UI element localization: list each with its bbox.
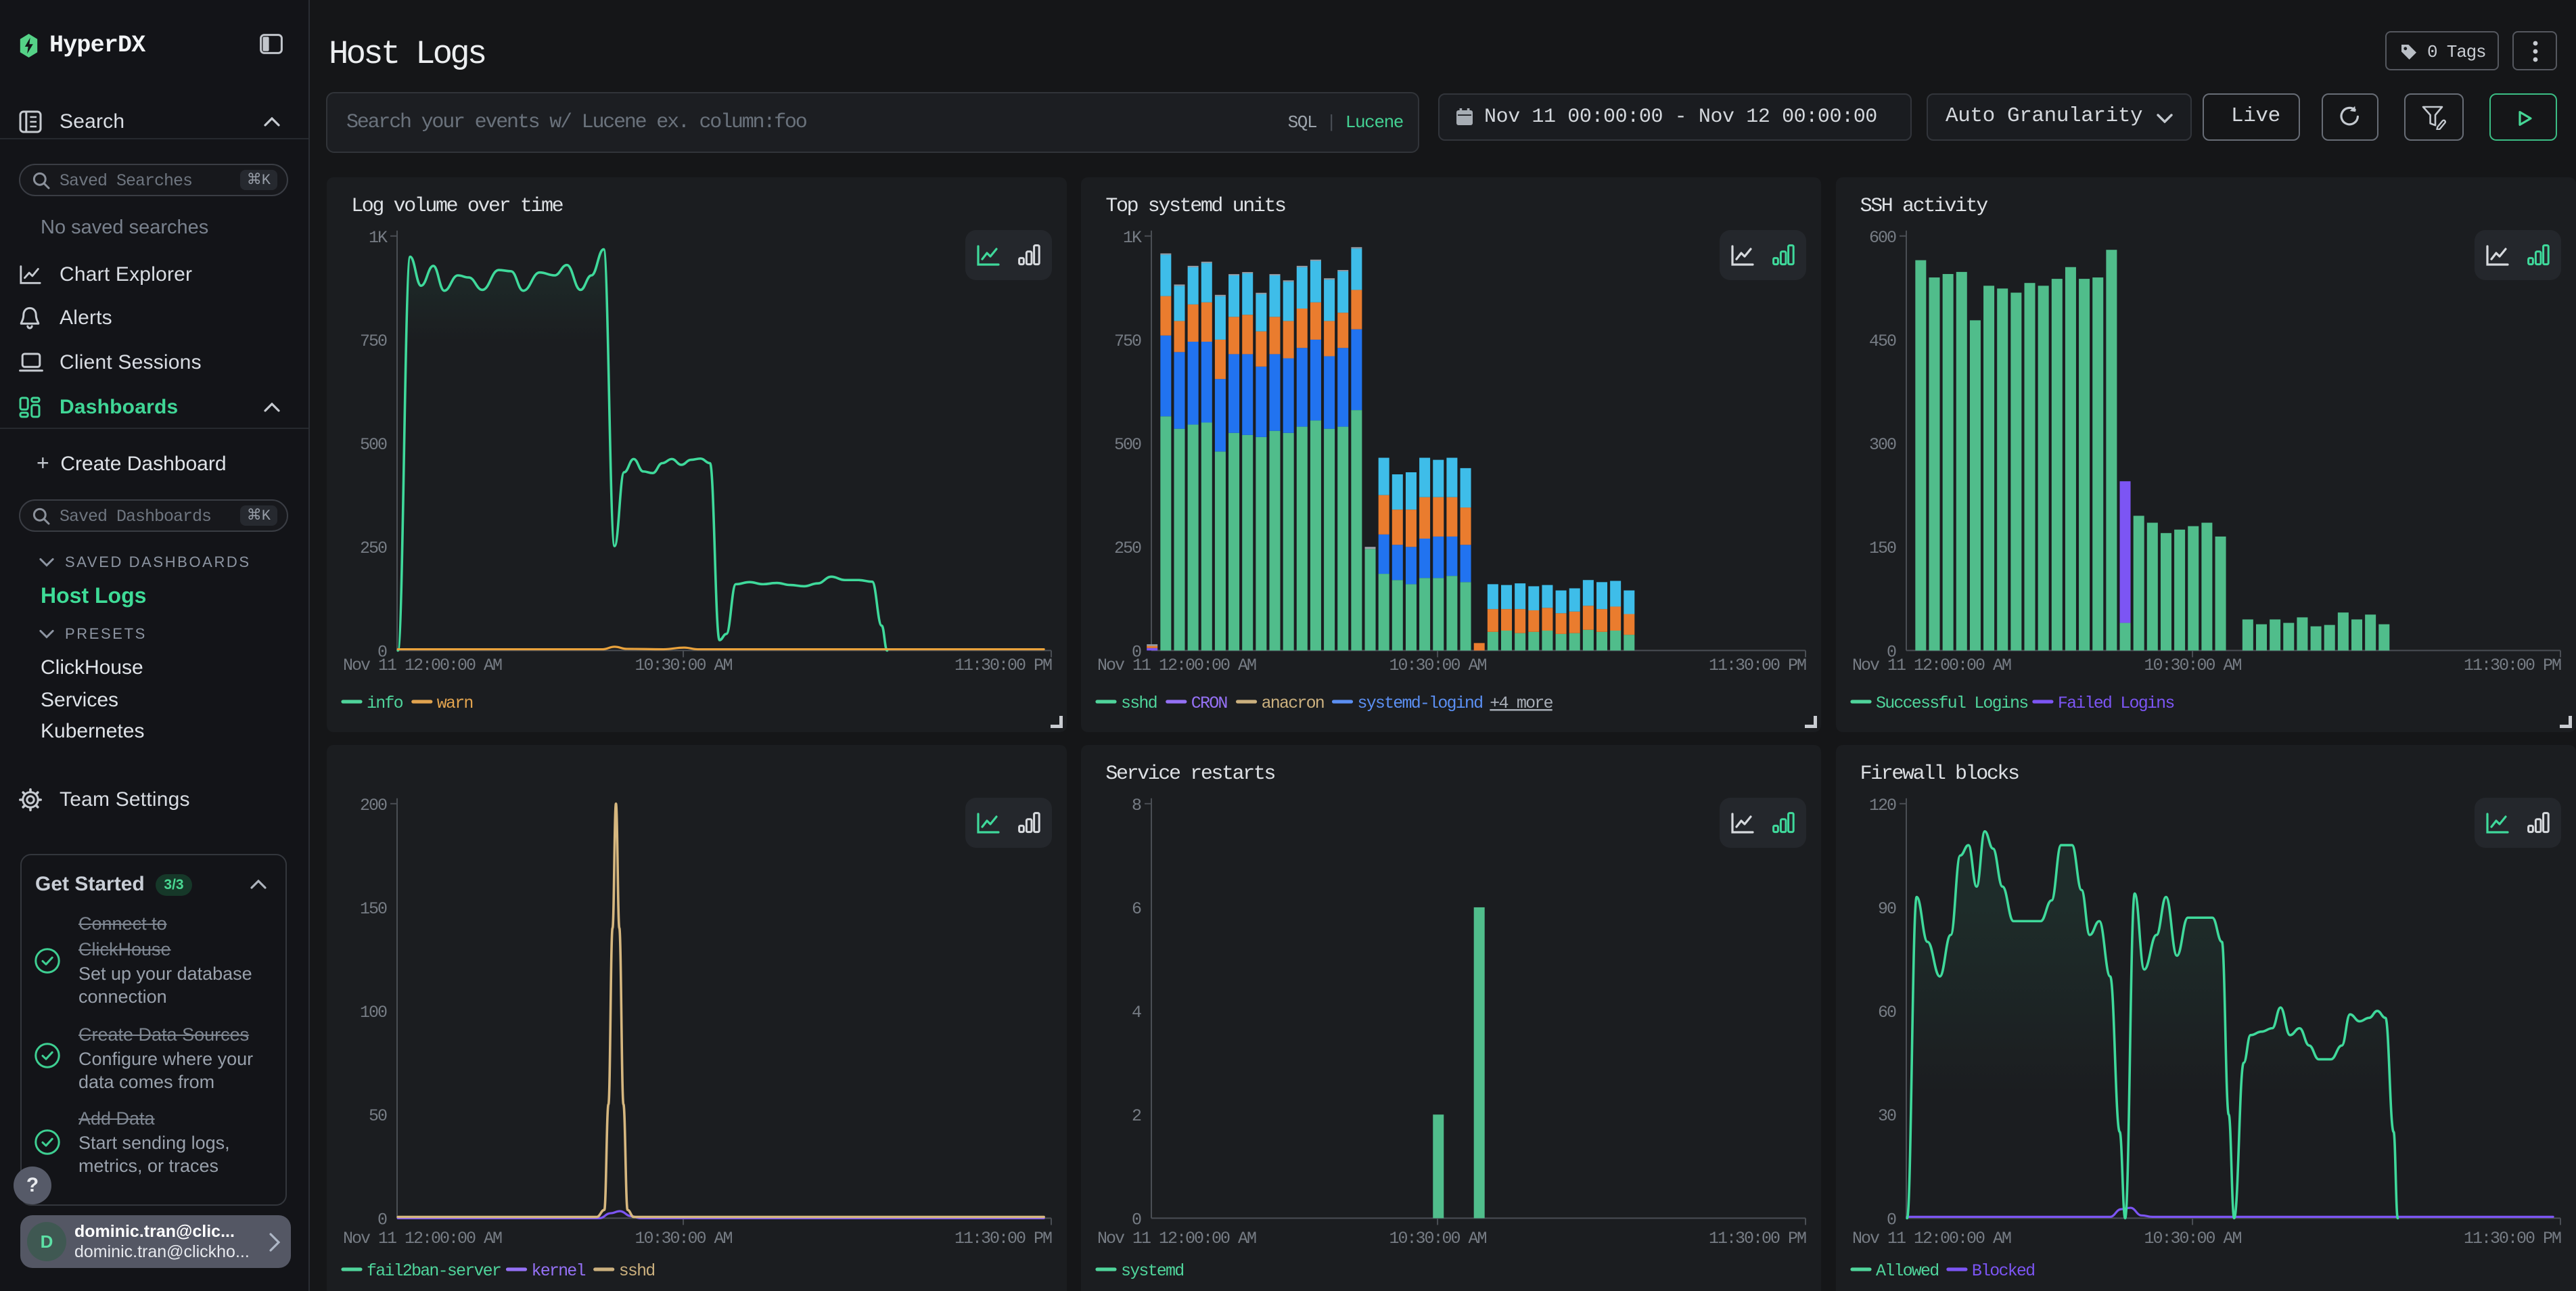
svg-text:11:30:00 PM: 11:30:00 PM bbox=[2464, 656, 2561, 675]
svg-text:sshd: sshd bbox=[619, 1261, 655, 1281]
svg-text:2: 2 bbox=[1132, 1107, 1141, 1127]
svg-text:Nov 11 12:00:00 AM: Nov 11 12:00:00 AM bbox=[1097, 656, 1256, 675]
svg-text:11:30:00 PM: 11:30:00 PM bbox=[2464, 1229, 2561, 1248]
svg-text:Failed Logins: Failed Logins bbox=[2057, 694, 2174, 713]
svg-text:warn: warn bbox=[437, 694, 473, 713]
svg-text:Nov 11 12:00:00 AM: Nov 11 12:00:00 AM bbox=[1852, 656, 2011, 675]
svg-text:10:30:00 AM: 10:30:00 AM bbox=[2144, 1229, 2241, 1248]
svg-text:500: 500 bbox=[1114, 435, 1141, 455]
svg-text:60: 60 bbox=[1878, 1003, 1896, 1022]
svg-text:Allowed: Allowed bbox=[1876, 1261, 1938, 1281]
svg-text:Blocked: Blocked bbox=[1971, 1261, 2033, 1281]
svg-text:250: 250 bbox=[360, 539, 387, 558]
svg-text:0: 0 bbox=[1887, 1210, 1896, 1230]
svg-text:10:30:00 AM: 10:30:00 AM bbox=[2144, 656, 2241, 675]
svg-text:10:30:00 AM: 10:30:00 AM bbox=[635, 1229, 733, 1248]
svg-text:4: 4 bbox=[1132, 1003, 1141, 1022]
svg-text:600: 600 bbox=[1869, 228, 1896, 248]
svg-text:11:30:00 PM: 11:30:00 PM bbox=[1709, 1229, 1806, 1248]
svg-text:100: 100 bbox=[360, 1003, 387, 1022]
svg-text:250: 250 bbox=[1114, 539, 1141, 558]
svg-text:Successful Logins: Successful Logins bbox=[1876, 694, 2027, 713]
svg-text:120: 120 bbox=[1869, 796, 1896, 815]
svg-text:8: 8 bbox=[1132, 796, 1141, 815]
svg-text:fail2ban-server: fail2ban-server bbox=[367, 1261, 501, 1281]
svg-text:Nov 11 12:00:00 AM: Nov 11 12:00:00 AM bbox=[343, 656, 502, 675]
svg-text:750: 750 bbox=[1114, 332, 1141, 351]
svg-text:90: 90 bbox=[1878, 899, 1896, 919]
svg-text:sshd: sshd bbox=[1121, 694, 1157, 713]
svg-text:450: 450 bbox=[1869, 332, 1896, 351]
svg-text:150: 150 bbox=[1869, 539, 1896, 558]
svg-text:6: 6 bbox=[1132, 899, 1141, 919]
svg-text:11:30:00 PM: 11:30:00 PM bbox=[954, 1229, 1052, 1248]
svg-text:0: 0 bbox=[1132, 1210, 1141, 1230]
svg-text:0: 0 bbox=[377, 1210, 387, 1230]
svg-text:10:30:00 AM: 10:30:00 AM bbox=[635, 656, 733, 675]
svg-text:systemd-logind: systemd-logind bbox=[1358, 694, 1483, 713]
svg-text:300: 300 bbox=[1869, 435, 1896, 455]
svg-text:10:30:00 AM: 10:30:00 AM bbox=[1389, 656, 1487, 675]
svg-text:10:30:00 AM: 10:30:00 AM bbox=[1389, 1229, 1487, 1248]
svg-text:Nov 11 12:00:00 AM: Nov 11 12:00:00 AM bbox=[1097, 1229, 1256, 1248]
svg-text:150: 150 bbox=[360, 899, 387, 919]
svg-text:750: 750 bbox=[360, 332, 387, 351]
svg-text:11:30:00 PM: 11:30:00 PM bbox=[954, 656, 1052, 675]
svg-text:+4 more: +4 more bbox=[1490, 694, 1553, 713]
svg-text:Nov 11 12:00:00 AM: Nov 11 12:00:00 AM bbox=[1852, 1229, 2011, 1248]
svg-text:CRON: CRON bbox=[1191, 694, 1228, 713]
svg-text:50: 50 bbox=[369, 1107, 387, 1127]
svg-text:kernel: kernel bbox=[532, 1261, 586, 1281]
svg-text:1K: 1K bbox=[1123, 228, 1142, 248]
svg-text:systemd: systemd bbox=[1121, 1261, 1183, 1281]
svg-text:Nov 11 12:00:00 AM: Nov 11 12:00:00 AM bbox=[343, 1229, 502, 1248]
svg-text:1K: 1K bbox=[369, 228, 388, 248]
svg-text:500: 500 bbox=[360, 435, 387, 455]
svg-text:11:30:00 PM: 11:30:00 PM bbox=[1709, 656, 1806, 675]
svg-text:info: info bbox=[367, 694, 403, 713]
svg-text:30: 30 bbox=[1878, 1107, 1896, 1127]
svg-text:anacron: anacron bbox=[1262, 694, 1324, 713]
svg-text:200: 200 bbox=[360, 796, 387, 815]
